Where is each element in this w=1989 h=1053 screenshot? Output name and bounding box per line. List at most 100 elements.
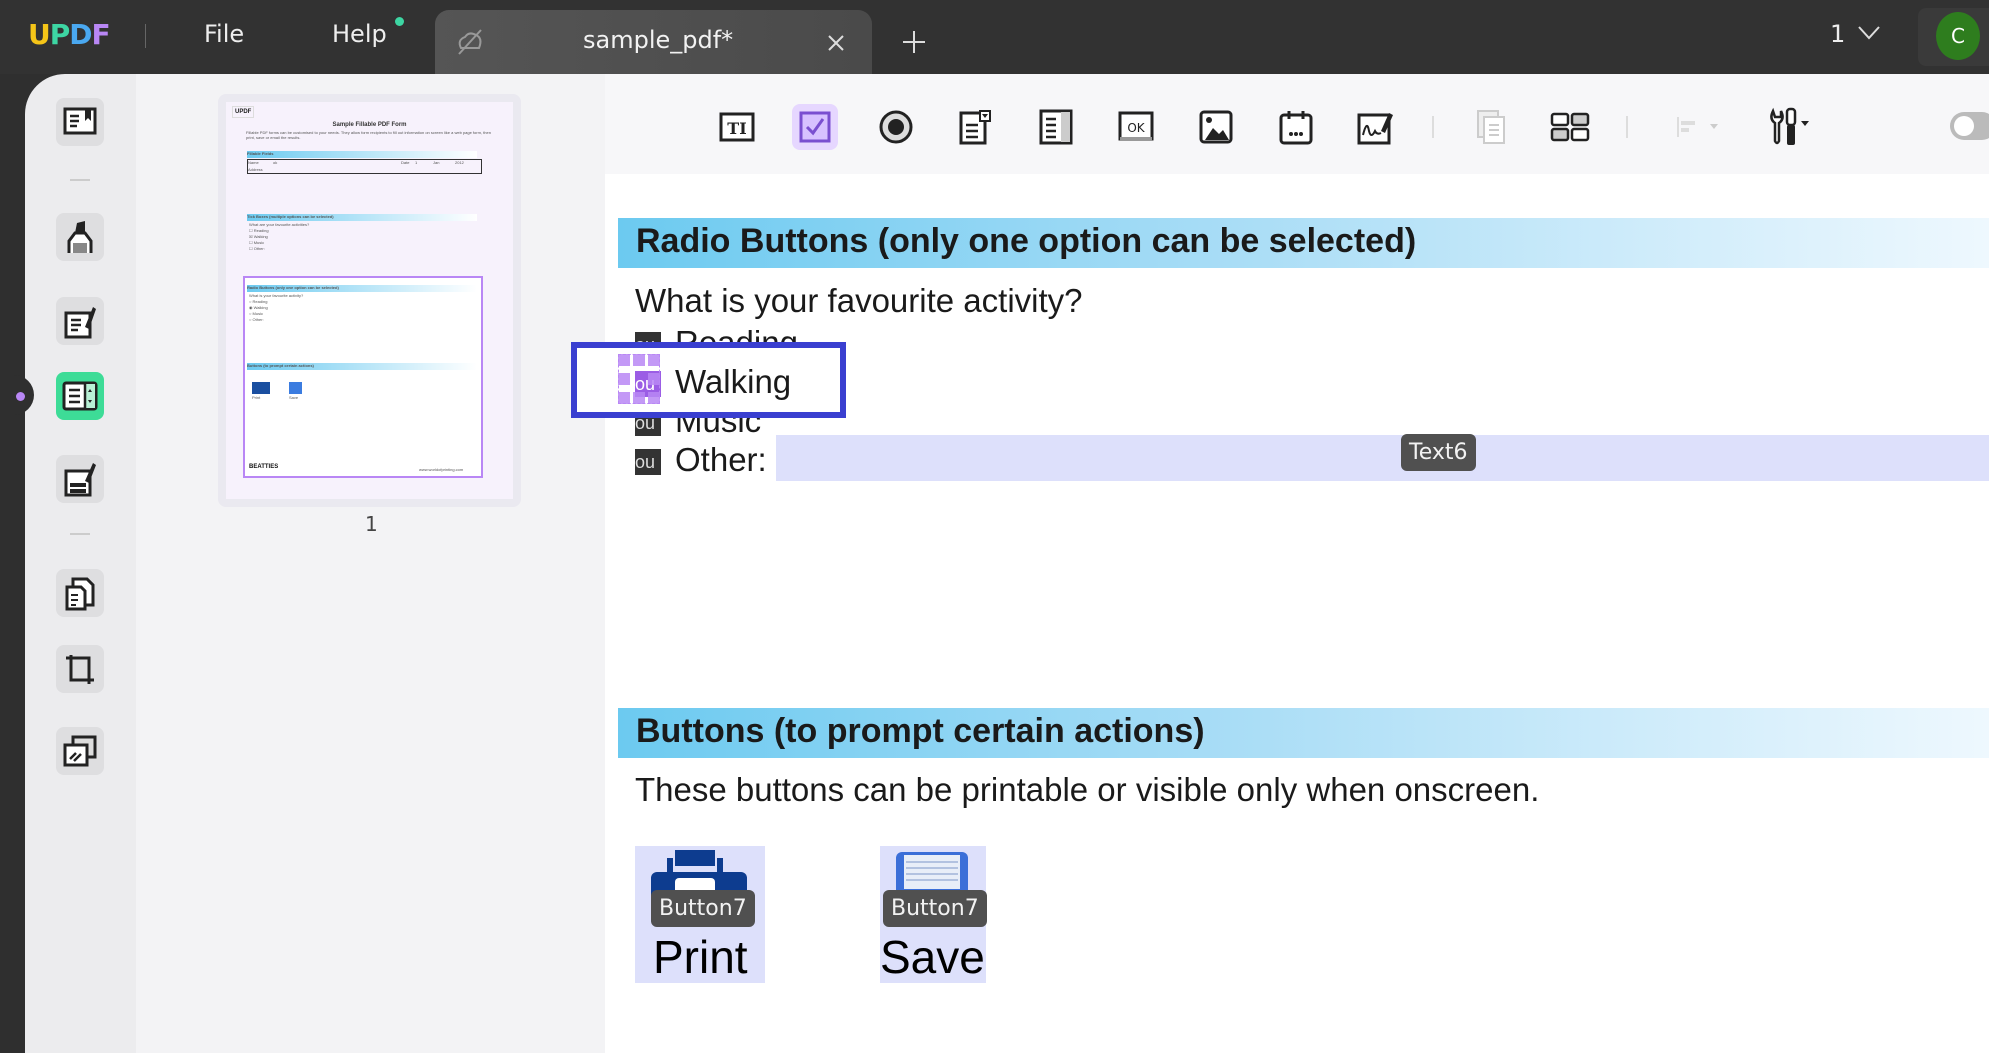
page-indicator[interactable]: 1 [1830,20,1845,48]
notification-dot [395,17,404,26]
resize-handle[interactable] [618,373,630,385]
resize-handle[interactable] [618,392,630,404]
thumb-logo: UPDF [232,106,254,118]
radio-button-tool[interactable] [873,104,919,150]
close-tab-icon[interactable] [827,34,845,52]
document-tab[interactable]: sample_pdf* [435,10,872,74]
avatar[interactable]: C [1936,12,1980,60]
thumb-tick-list: What are your favourite activities?☐ Rea… [249,222,309,252]
cloud-off-icon [455,28,485,56]
toolbar-divider [1626,116,1628,138]
radio-question: What is your favourite activity? [635,282,1083,320]
reader-button[interactable] [56,98,104,146]
buttons-description: These buttons can be printable or visibl… [635,771,1539,809]
thumb-fields: NameokDate1Jan2012Address [247,159,482,174]
list-box-button[interactable] [1033,104,1079,150]
page-thumbnail[interactable]: UPDF Sample Fillable PDF Form Fillable P… [218,94,521,507]
thumb-intro: Fillable PDF forms can be customised to … [246,130,493,140]
align-icon [1676,115,1720,139]
fill-sign-icon [63,461,97,497]
toolbar-divider [1432,116,1434,138]
thumb-title: Sample Fillable PDF Form [226,122,513,128]
resize-handle[interactable] [648,392,660,404]
image-field-button[interactable] [1193,104,1239,150]
thumb-print-label: Print [252,395,260,400]
chevron-down-icon[interactable] [1858,26,1880,40]
divider [145,24,146,48]
tab-title: sample_pdf* [583,26,733,54]
fill-sign-button[interactable] [56,455,104,503]
radio-button-icon[interactable]: ou [635,449,661,475]
grid-button[interactable] [1547,104,1593,150]
checkbox-button[interactable] [792,104,838,150]
thumb-save-icon [289,382,302,394]
duplicate-icon [1474,109,1508,145]
button-tool[interactable]: OK [1113,104,1159,150]
align-button[interactable] [1670,104,1726,150]
resize-handle[interactable] [648,354,660,366]
checkbox-icon [799,111,831,143]
signature-icon [1357,109,1395,145]
menu-file[interactable]: File [204,20,244,48]
new-tab-icon[interactable] [902,30,926,54]
menu-help[interactable]: Help [332,20,387,48]
svg-text:OK: OK [1127,121,1145,135]
resize-handle[interactable] [633,392,645,404]
crop-button[interactable] [56,645,104,693]
active-indicator-dot [16,392,25,401]
tools-button[interactable] [1765,104,1825,150]
form-icon [62,381,98,411]
date-field-icon [1279,109,1313,145]
thumb-footer-logo: BEATTIES [249,464,278,470]
thumb-radio-list: What is your favourite activity?○ Readin… [249,293,303,323]
resize-handle[interactable] [633,354,645,366]
buttons-section-header: Buttons (to prompt certain actions) [618,708,1989,758]
divider [70,179,90,181]
button-tooltip: Button7 [883,890,987,927]
date-field-button[interactable] [1273,104,1319,150]
document-view: TI OK Radio Buttons (only one option can… [605,74,1989,1053]
print-button[interactable]: Button7 Print [635,846,765,983]
thumb-section: Radio Buttons (only one option can be se… [247,285,477,292]
toggle-switch[interactable] [1950,112,1989,140]
organize-pages-icon [63,575,97,611]
page-number-label: 1 [365,512,378,536]
highlighter-icon [63,219,97,255]
comment-button[interactable] [56,213,104,261]
thumb-print-icon [252,382,270,394]
dropdown-button[interactable] [952,104,998,150]
convert-icon [63,735,97,767]
svg-text:TI: TI [727,119,746,138]
thumb-section: Fillable Fields [247,151,477,158]
text-field-button[interactable]: TI [714,104,760,150]
list-box-icon [1039,109,1073,145]
toggle-knob [1954,116,1974,136]
updf-logo[interactable]: UPDF [28,18,110,51]
image-field-icon [1199,110,1233,144]
print-label: Print [653,930,748,984]
reader-icon [63,107,97,137]
divider [70,533,90,535]
left-tool-rail [25,74,136,1053]
thumb-section: Tick Boxes (multiple options can be sele… [247,214,477,221]
title-bar: UPDF File Help sample_pdf* 1 C [0,0,1989,74]
save-button[interactable]: Button7 Save [880,846,986,983]
radio-button-icon [878,109,914,145]
dropdown-icon [958,109,992,145]
signature-button[interactable] [1353,104,1399,150]
tools-icon [1767,107,1823,147]
resize-handle[interactable] [648,373,660,385]
button-tooltip: Button7 [651,890,755,927]
thumb-section: Buttons (to prompt certain actions) [247,363,477,370]
grid-icon [1550,112,1590,142]
edit-pdf-button[interactable] [56,297,104,345]
duplicate-button[interactable] [1468,104,1514,150]
resize-handle[interactable] [618,354,630,366]
convert-button[interactable] [56,727,104,775]
thumb-save-label: Save [289,395,298,400]
prepare-form-button[interactable] [56,372,104,420]
other-text-field[interactable] [776,435,1989,481]
organize-pages-button[interactable] [56,569,104,617]
radio-section-header: Radio Buttons (only one option can be se… [618,218,1989,268]
form-toolbar: TI OK [605,74,1989,174]
